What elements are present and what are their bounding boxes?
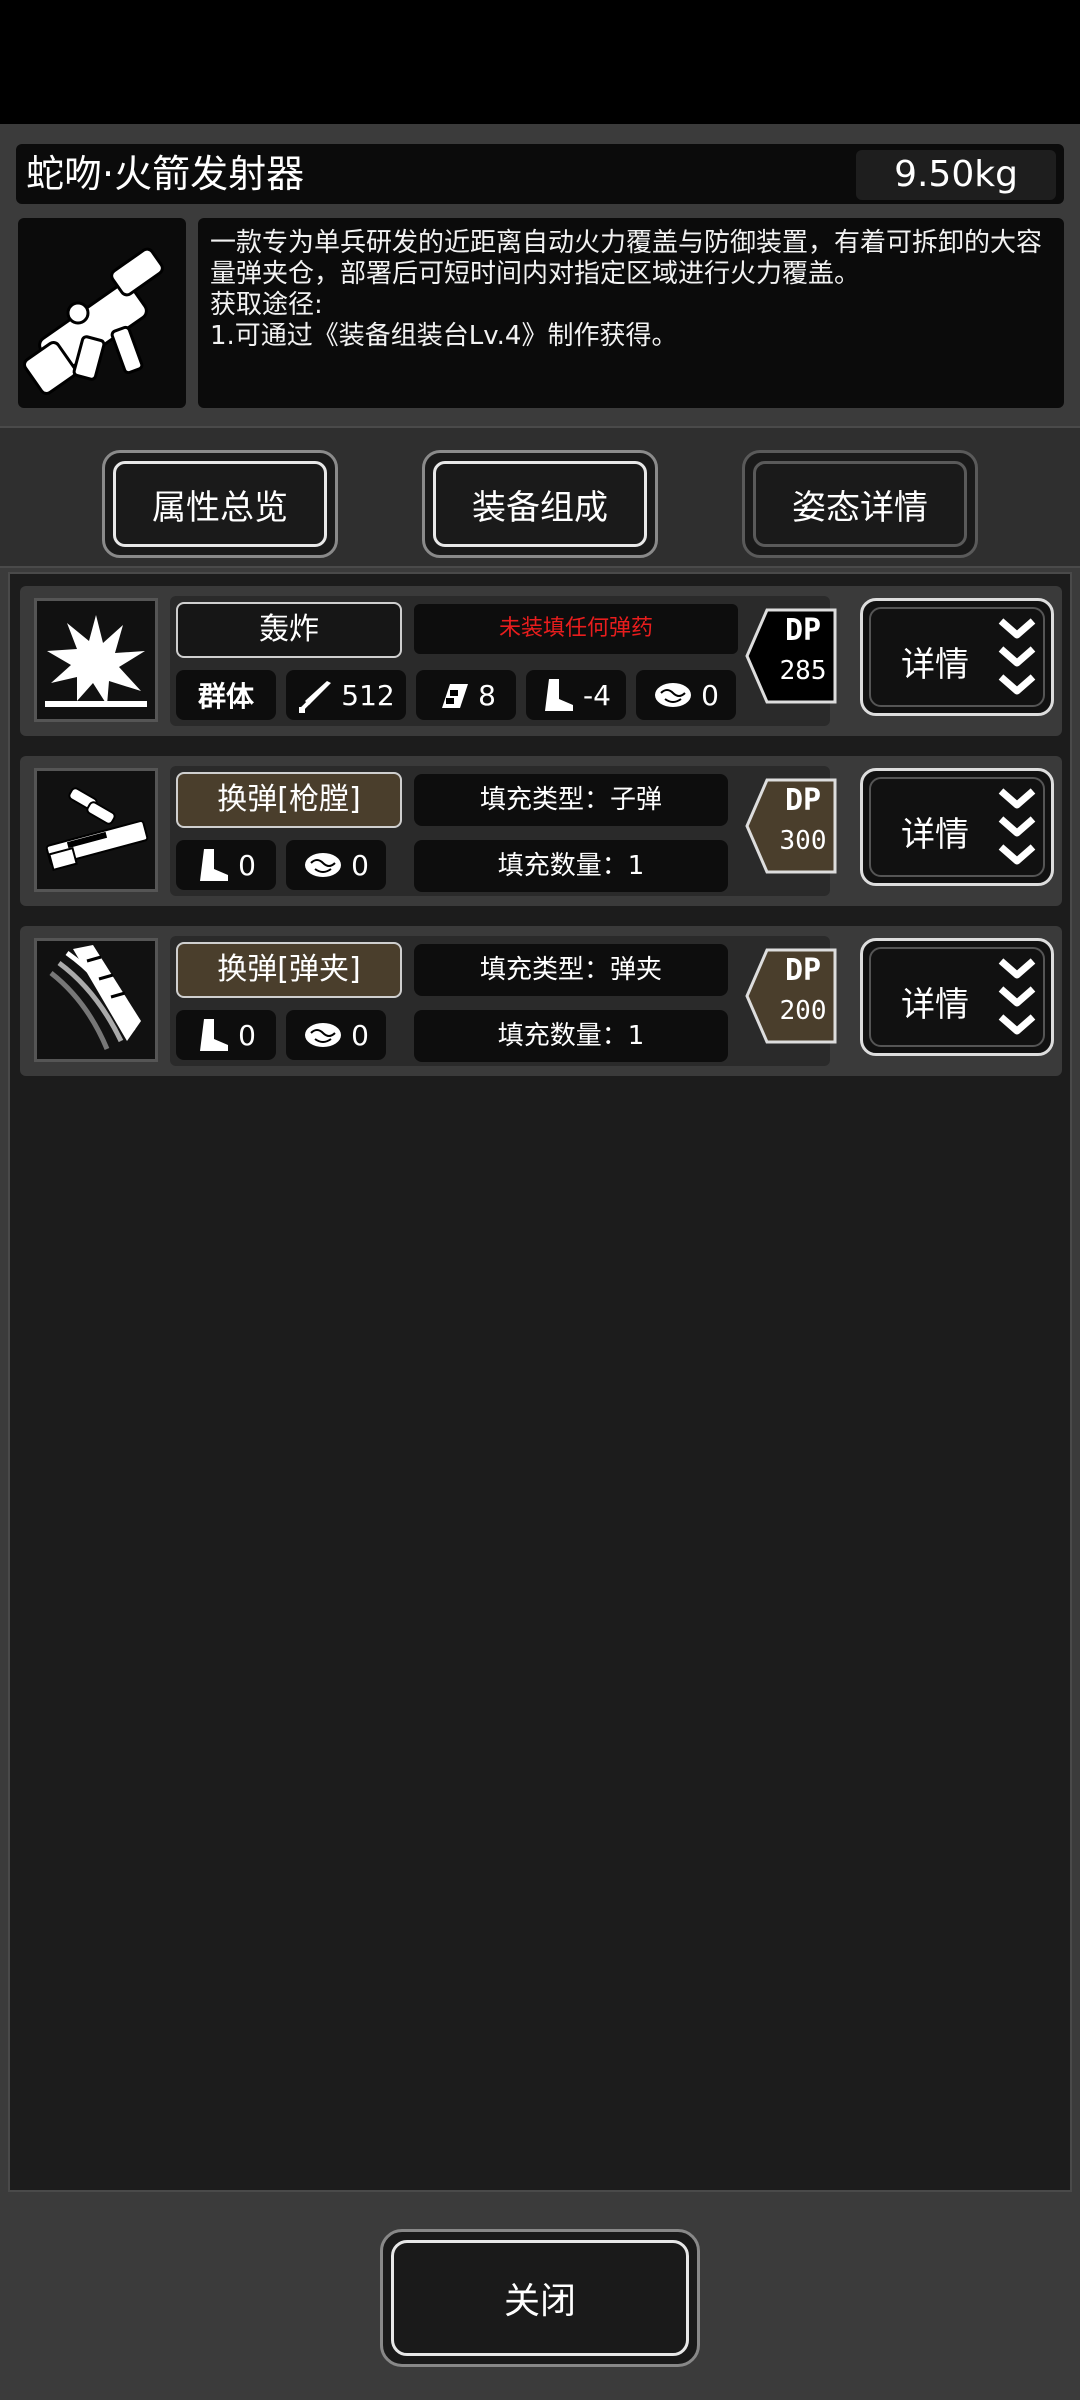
target-label: 群体	[197, 680, 254, 713]
target-type: 群体	[176, 670, 276, 720]
stance-row-reload-chamber: 换弹[枪膛] 填充类型：子弹 填充数量：1 0 0 DP 300 详情	[20, 756, 1062, 906]
move-stat: 0	[176, 1010, 276, 1060]
row-icon-frame	[34, 598, 158, 722]
row-icon-frame	[34, 938, 158, 1062]
damage-value: 512	[341, 678, 395, 712]
boot-icon	[545, 679, 574, 711]
details-button[interactable]: 详情	[860, 938, 1054, 1056]
dp-label: DP	[784, 783, 822, 818]
hits-stat: 8	[416, 670, 516, 720]
equipment-detail-panel: 蛇吻·火箭发射器 9.50kg 一款专为单兵研发的近距离自动火力覆盖与防御装置，…	[0, 124, 1080, 2400]
brain-icon	[655, 683, 692, 707]
item-icon-frame	[18, 218, 186, 408]
row-info: 轰炸 未装填任何弹药 群体 512 8 -4 0	[170, 596, 830, 726]
noise-value: 0	[351, 848, 369, 882]
row-info: 换弹[枪膛] 填充类型：子弹 填充数量：1 0 0	[170, 766, 830, 896]
move-value: 0	[238, 848, 256, 882]
chevron-down-icon	[998, 788, 1036, 865]
dp-value: 300	[779, 826, 827, 856]
stance-list: 轰炸 未装填任何弹药 群体 512 8 -4 0 DP 285 详情 换弹[枪膛…	[8, 572, 1072, 2192]
fill-count: 填充数量：1	[414, 1010, 728, 1062]
item-title: 蛇吻·火箭发射器	[26, 152, 305, 196]
sword-icon	[299, 681, 332, 713]
brain-icon	[305, 1023, 342, 1047]
details-label: 详情	[901, 985, 969, 1025]
row-info: 换弹[弹夹] 填充类型：弹夹 填充数量：1 0 0	[170, 936, 830, 1066]
fill-count: 填充数量：1	[414, 840, 728, 892]
brain-icon	[305, 853, 342, 877]
row-icon-frame	[34, 768, 158, 892]
stance-row-bombard: 轰炸 未装填任何弹药 群体 512 8 -4 0 DP 285 详情	[20, 586, 1062, 736]
dp-badge: DP 285	[745, 608, 837, 704]
dp-badge: DP 300	[745, 778, 837, 874]
noise-value: 0	[701, 678, 719, 712]
ammo-status: 未装填任何弹药	[414, 604, 738, 654]
move-value: -4	[583, 678, 611, 712]
dp-label: DP	[784, 613, 822, 648]
title-bar: 蛇吻·火箭发射器 9.50kg	[16, 144, 1064, 204]
dp-value: 200	[779, 996, 827, 1026]
acquire-heading: 获取途径:	[210, 290, 323, 320]
tab-equipment-composition[interactable]: 装备组成	[422, 450, 658, 558]
acquire-method: 1.可通过《装备组装台Lv.4》制作获得。	[210, 321, 678, 351]
reload-chamber-icon	[45, 787, 149, 872]
move-stat: -4	[526, 670, 626, 720]
boot-icon	[200, 849, 229, 881]
boot-icon	[200, 1019, 229, 1051]
tab-label: 属性总览	[152, 487, 288, 528]
tab-attribute-overview[interactable]: 属性总览	[102, 450, 338, 558]
details-button[interactable]: 详情	[860, 598, 1054, 716]
fill-type: 填充类型：子弹	[414, 774, 728, 826]
tab-label: 姿态详情	[792, 487, 928, 528]
hits-value: 8	[478, 678, 496, 712]
noise-value: 0	[351, 1018, 369, 1052]
noise-stat: 0	[286, 1010, 386, 1060]
stance-row-reload-magazine: 换弹[弹夹] 填充类型：弹夹 填充数量：1 0 0 DP 200 详情	[20, 926, 1062, 1076]
rocket-launcher-icon	[23, 247, 164, 395]
flag-icon	[442, 684, 469, 708]
noise-stat: 0	[636, 670, 736, 720]
tab-bar: 属性总览 装备组成 姿态详情	[0, 426, 1080, 568]
dp-label: DP	[784, 953, 822, 988]
chevron-down-icon	[998, 618, 1036, 695]
details-label: 详情	[901, 815, 969, 855]
reload-magazine-icon	[49, 945, 141, 1050]
details-label: 详情	[901, 645, 969, 685]
item-weight: 9.50kg	[856, 150, 1056, 200]
stance-name: 换弹[枪膛]	[176, 772, 402, 828]
fill-type: 填充类型：弹夹	[414, 944, 728, 996]
explosion-icon	[45, 615, 147, 707]
description-text: 一款专为单兵研发的近距离自动火力覆盖与防御装置，有着可拆卸的大容量弹夹仓，部署后…	[210, 228, 1043, 289]
move-stat: 0	[176, 840, 276, 890]
tab-label: 装备组成	[472, 487, 608, 528]
details-button[interactable]: 详情	[860, 768, 1054, 886]
chevron-down-icon	[998, 958, 1036, 1035]
move-value: 0	[238, 1018, 256, 1052]
noise-stat: 0	[286, 840, 386, 890]
dp-value: 285	[779, 656, 827, 686]
close-button[interactable]: 关闭	[380, 2229, 700, 2367]
close-label: 关闭	[503, 2281, 576, 2322]
damage-stat: 512	[286, 670, 406, 720]
stance-name: 轰炸	[176, 602, 402, 658]
item-description: 一款专为单兵研发的近距离自动火力覆盖与防御装置，有着可拆卸的大容量弹夹仓，部署后…	[198, 218, 1064, 408]
tab-stance-details[interactable]: 姿态详情	[742, 450, 978, 558]
dp-badge: DP 200	[745, 948, 837, 1044]
stance-name: 换弹[弹夹]	[176, 942, 402, 998]
